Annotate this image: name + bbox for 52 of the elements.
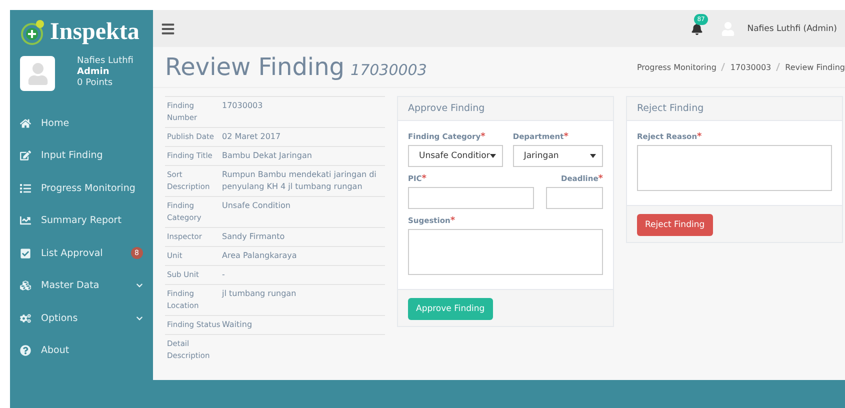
breadcrumb-item[interactable]: Progress Monitoring — [636, 62, 716, 72]
detail-value: Area Palangkaraya — [222, 250, 298, 262]
cubes-icon — [20, 280, 31, 292]
nav-item[interactable]: Options — [10, 302, 153, 334]
detail-value: 17030003 — [222, 100, 264, 112]
input-field[interactable] — [546, 187, 603, 209]
detail-value: Unsafe Condition — [222, 200, 292, 212]
panel-title: Reject Finding — [637, 103, 704, 114]
caret-icon — [590, 154, 596, 158]
user-name: Nafies Luthfi — [77, 56, 134, 67]
chart-icon — [20, 215, 31, 226]
help-icon — [20, 345, 31, 356]
select-field[interactable]: Jaringan — [512, 145, 603, 167]
nav-item[interactable]: Master Data — [10, 270, 153, 302]
caret-icon — [490, 154, 496, 158]
user-role: Admin — [77, 67, 110, 78]
detail-value: jl tumbang rungan — [222, 288, 298, 300]
breadcrumb-separator — [776, 63, 780, 71]
list-icon — [20, 182, 31, 194]
avatar-icon — [20, 56, 55, 91]
panel-title: Approve Finding — [408, 103, 485, 114]
reject-button[interactable]: Reject Finding — [637, 214, 713, 236]
logo-text: Inspekta — [50, 18, 140, 46]
user-points: 0 Points — [77, 78, 114, 89]
breadcrumb-separator — [721, 63, 726, 71]
text-area[interactable] — [637, 145, 832, 191]
select-field[interactable]: Unsafe Conditior — [408, 145, 503, 167]
nav-item[interactable]: About — [10, 334, 153, 367]
detail-value: Bambu Dekat Jaringan — [222, 150, 313, 162]
input-field[interactable] — [408, 187, 534, 209]
nav-item[interactable]: Progress Monitoring — [10, 172, 153, 204]
breadcrumb-item: Review Finding — [785, 62, 845, 72]
nav-item[interactable]: Summary Report — [10, 204, 153, 237]
detail-value: Sandy Firmanto — [222, 231, 286, 243]
nav-item[interactable]: Input Finding — [10, 140, 153, 172]
bell-icon[interactable] — [691, 22, 704, 34]
edit-icon — [20, 150, 31, 162]
text-area[interactable] — [408, 229, 603, 275]
detail-value: Rumpun Bambu mendekati jaringan di penyulang KH 4 jl tumbang rungan — [222, 169, 378, 193]
home-icon — [20, 118, 31, 129]
detail-value: Waiting — [222, 319, 254, 331]
detail-value: 02 Maret 2017 — [222, 131, 282, 143]
nav-item[interactable]: Home — [10, 107, 153, 140]
menu-icon[interactable] — [161, 22, 175, 36]
page-title: Review Finding 17030003 — [165, 53, 427, 81]
gears-icon — [20, 312, 31, 324]
approve-button[interactable]: Approve Finding — [408, 298, 493, 320]
breadcrumb-item[interactable]: 17030003 — [730, 62, 772, 72]
logo-icon — [20, 19, 46, 45]
checkbox-icon — [20, 248, 31, 259]
detail-value: - — [222, 269, 226, 281]
user-menu[interactable]: Nafies Luthfi (Admin) — [747, 24, 837, 34]
